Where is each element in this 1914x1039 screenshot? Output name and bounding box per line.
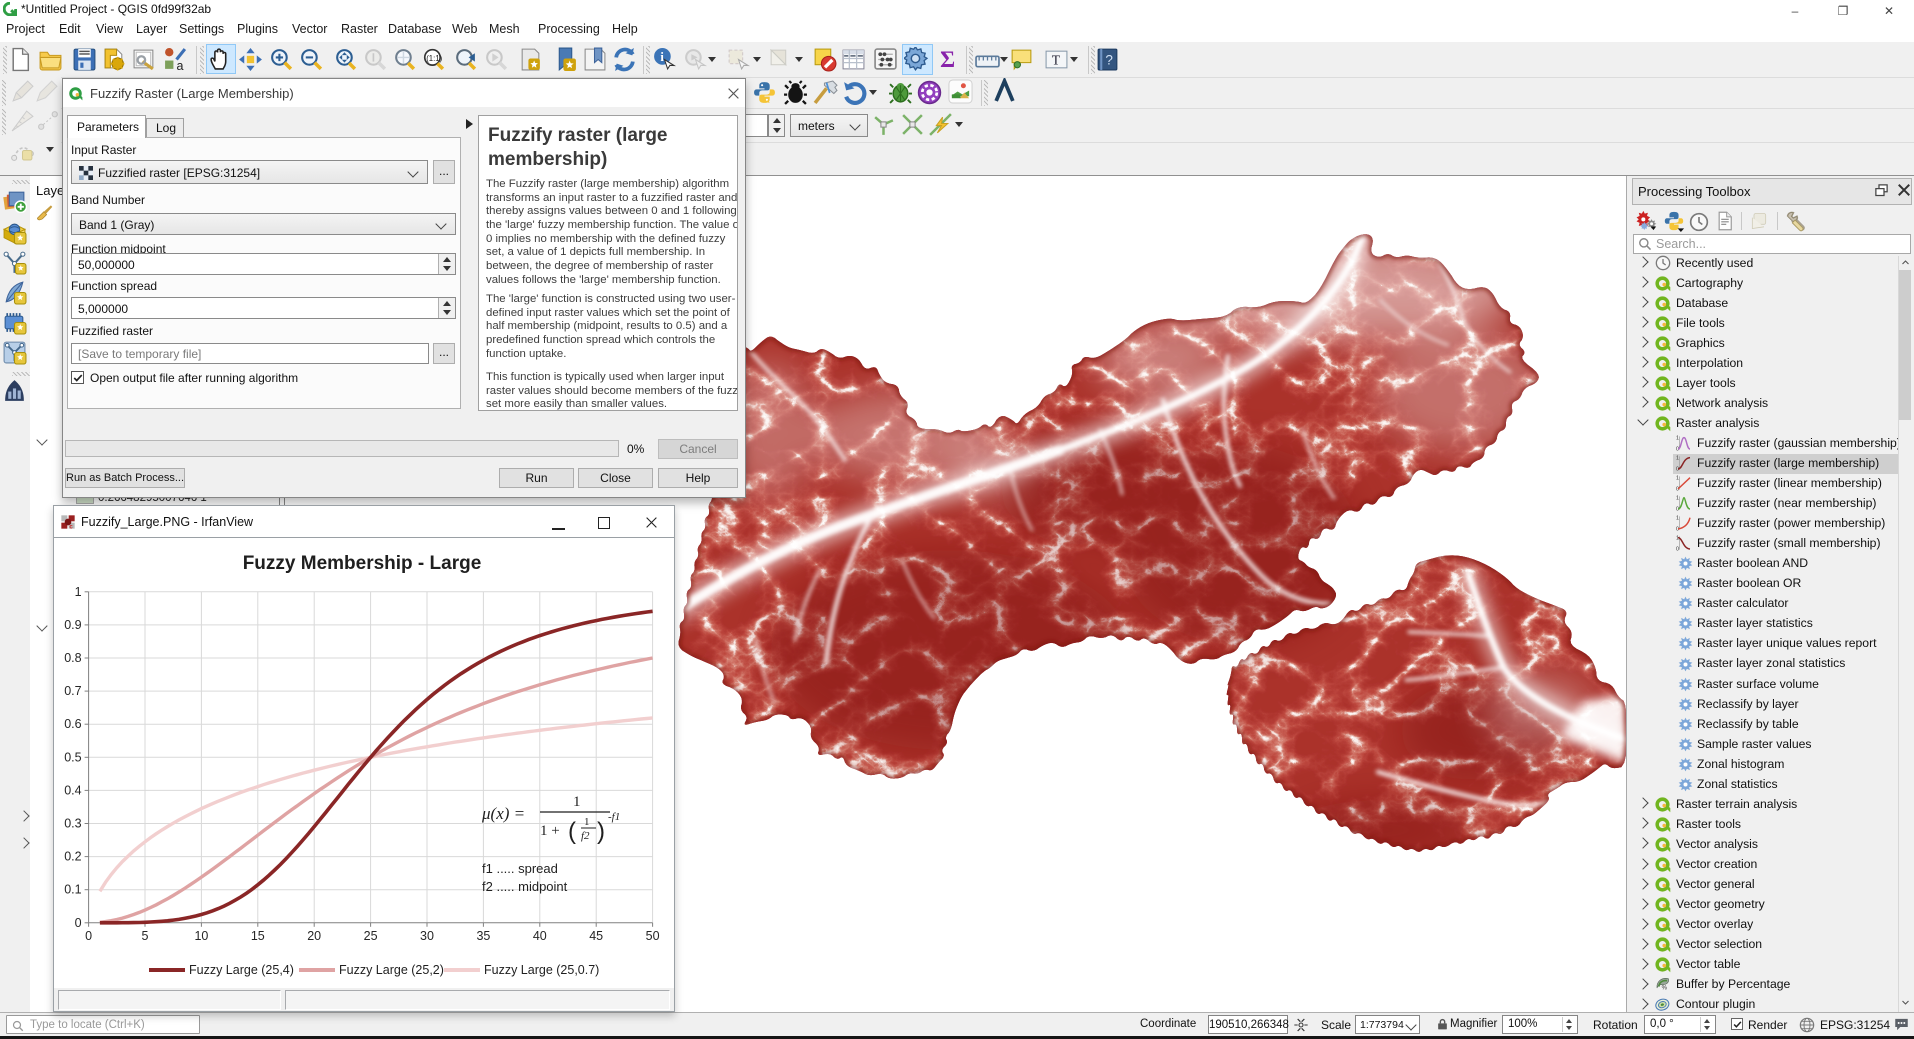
svg-text:f1 ..... spread: f1 ..... spread bbox=[482, 861, 558, 876]
svg-text:Fuzzy Membership - Large: Fuzzy Membership - Large bbox=[243, 553, 482, 574]
svg-text:T: T bbox=[1052, 53, 1061, 68]
svg-text:-f1: -f1 bbox=[608, 811, 620, 823]
svg-text:Fuzzy Large (25,0.7): Fuzzy Large (25,0.7) bbox=[484, 963, 599, 977]
svg-text:0.5: 0.5 bbox=[64, 750, 81, 764]
svg-text:f2 ..... midpoint: f2 ..... midpoint bbox=[482, 879, 568, 894]
svg-text:0.1: 0.1 bbox=[64, 883, 81, 897]
svg-text:45: 45 bbox=[589, 929, 603, 943]
svg-text:?: ? bbox=[1105, 53, 1113, 68]
svg-text:0.8: 0.8 bbox=[64, 651, 81, 665]
svg-text:0: 0 bbox=[85, 929, 92, 943]
svg-text:0.4: 0.4 bbox=[64, 783, 81, 797]
svg-text:(1:1): (1:1) bbox=[426, 54, 442, 63]
svg-text:15: 15 bbox=[251, 929, 265, 943]
svg-text:Σ: Σ bbox=[940, 47, 955, 71]
svg-text:1: 1 bbox=[1676, 436, 1679, 442]
svg-text:1: 1 bbox=[1676, 496, 1679, 502]
svg-text:): ) bbox=[597, 818, 605, 845]
svg-text:0: 0 bbox=[1676, 546, 1679, 551]
svg-text:30: 30 bbox=[420, 929, 434, 943]
svg-text:(: ( bbox=[568, 818, 576, 845]
svg-text:0.7: 0.7 bbox=[64, 684, 81, 698]
svg-text:%: % bbox=[1662, 985, 1668, 991]
svg-text:1: 1 bbox=[1676, 536, 1679, 542]
svg-text:1: 1 bbox=[573, 794, 581, 810]
svg-text:1: 1 bbox=[584, 816, 590, 828]
svg-text:0: 0 bbox=[75, 916, 82, 930]
svg-text:0.3: 0.3 bbox=[64, 817, 81, 831]
svg-text:1: 1 bbox=[1676, 456, 1679, 462]
svg-text:10: 10 bbox=[194, 929, 208, 943]
svg-text:1: 1 bbox=[1676, 476, 1679, 482]
svg-text:Fuzzy Large (25,4): Fuzzy Large (25,4) bbox=[189, 963, 294, 977]
svg-text:0.6: 0.6 bbox=[64, 717, 81, 731]
svg-text:1 +: 1 + bbox=[540, 823, 560, 839]
svg-text:f2: f2 bbox=[581, 830, 590, 842]
svg-text:20: 20 bbox=[307, 929, 321, 943]
svg-text:μ(x) =: μ(x) = bbox=[481, 804, 525, 823]
svg-text:25: 25 bbox=[364, 929, 378, 943]
svg-text:1: 1 bbox=[1676, 516, 1679, 522]
svg-text:0.2: 0.2 bbox=[64, 850, 81, 864]
svg-text:35: 35 bbox=[476, 929, 490, 943]
svg-text:a: a bbox=[177, 59, 184, 72]
svg-text:Fuzzy Large (25,2): Fuzzy Large (25,2) bbox=[339, 963, 444, 977]
svg-text:40: 40 bbox=[533, 929, 547, 943]
svg-text:5: 5 bbox=[142, 929, 149, 943]
svg-text:0.9: 0.9 bbox=[64, 618, 81, 632]
svg-text:i: i bbox=[660, 50, 664, 64]
svg-text:50: 50 bbox=[646, 929, 660, 943]
svg-text:1: 1 bbox=[75, 585, 82, 599]
